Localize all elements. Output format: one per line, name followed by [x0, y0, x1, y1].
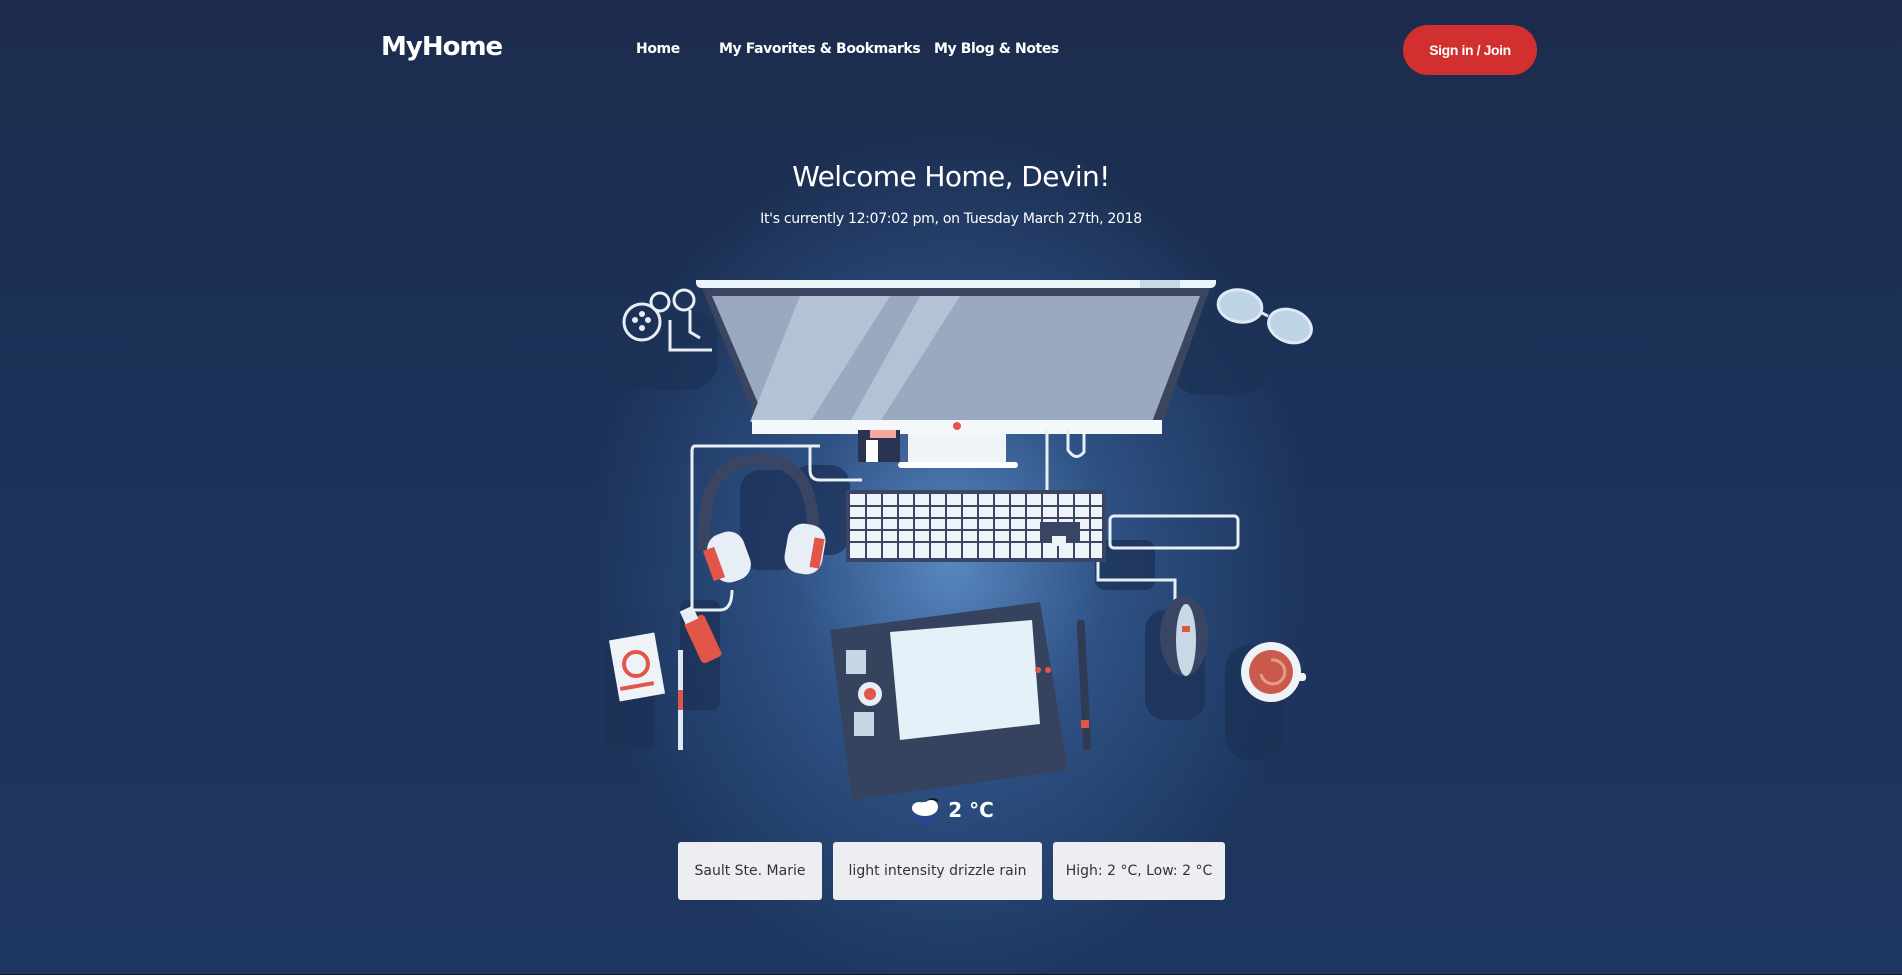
desk-illustration	[605, 280, 1313, 800]
top-nav: MyHome Home My Favorites & Bookmarks My …	[0, 0, 1902, 100]
weather-city: Sault Ste. Marie	[678, 842, 822, 900]
coffee-cup-graphic	[1241, 642, 1306, 702]
weather-description: light intensity drizzle rain	[833, 842, 1042, 900]
keyboard-graphic	[846, 490, 1240, 562]
weather-high-low: High: 2 °C, Low: 2 °C	[1053, 842, 1225, 900]
nav-link-favorites[interactable]: My Favorites & Bookmarks	[719, 41, 921, 57]
weather-summary: 2 °C	[0, 795, 1902, 825]
current-time: It's currently 12:07:02 pm, on Tuesday M…	[760, 211, 1142, 227]
temperature: 2 °C	[948, 798, 994, 822]
drawing-tablet-graphic	[830, 602, 1068, 800]
signin-button[interactable]: Sign in / Join	[1403, 25, 1537, 75]
nav-link-blog[interactable]: My Blog & Notes	[934, 41, 1059, 57]
mouse-graphic	[1160, 596, 1208, 676]
logo[interactable]: MyHome	[381, 32, 503, 62]
nav-link-home[interactable]: Home	[636, 41, 680, 57]
cloud-drizzle-icon	[912, 798, 939, 824]
welcome-heading: Welcome Home, Devin!	[792, 160, 1110, 193]
monitor-graphic	[696, 280, 1216, 468]
